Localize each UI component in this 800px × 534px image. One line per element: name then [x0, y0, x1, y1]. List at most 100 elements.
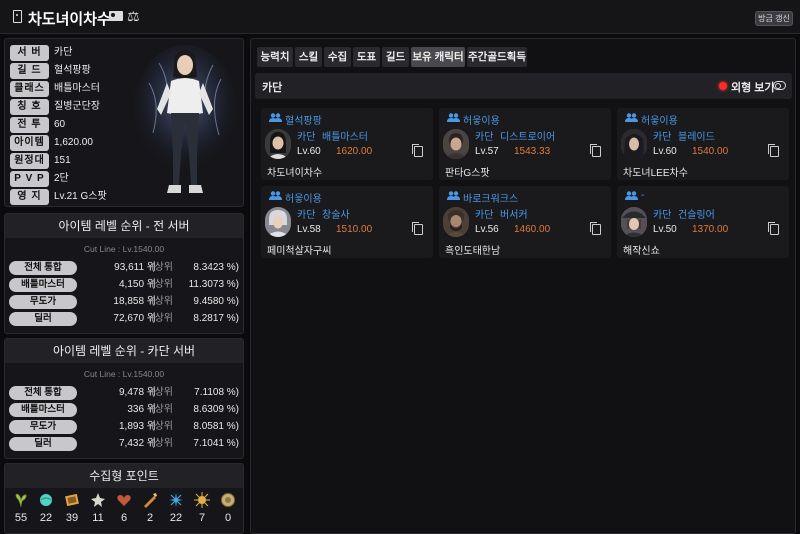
character-server: 카단 — [475, 210, 494, 221]
avatar — [621, 129, 647, 159]
bookmark-icon[interactable] — [13, 10, 22, 23]
profile-value: Lv.21 G스팟 — [54, 191, 107, 202]
character-card[interactable]: - 카단 건슬링어 Lv.50 1370.00 해작신쇼 — [617, 186, 789, 258]
collectible-omnium-star[interactable]: 11 — [87, 492, 109, 524]
avatar — [443, 129, 469, 159]
collectible-count: 11 — [92, 512, 104, 524]
tab-guild[interactable]: 길드 — [382, 47, 409, 67]
collectible-orpheus-star[interactable]: 0 — [217, 492, 239, 524]
collectible-great-art[interactable]: 39 — [61, 492, 83, 524]
copy-icon[interactable] — [412, 222, 423, 235]
character-level: Lv.56 — [475, 224, 499, 235]
tab-collection[interactable]: 수집 — [324, 47, 351, 67]
tab-skills[interactable]: 스킬 — [295, 47, 322, 67]
character-level: Lv.60 — [653, 146, 677, 157]
scale-icon[interactable]: ⚖ — [127, 8, 140, 25]
copy-icon[interactable] — [412, 144, 423, 157]
id-card-icon[interactable] — [109, 11, 123, 21]
collectible-count: 39 — [65, 512, 79, 524]
refresh-button[interactable]: 방금 갱신 — [755, 11, 793, 26]
rank-percent: 7.1041 %) — [193, 438, 239, 449]
copy-icon[interactable] — [590, 222, 601, 235]
collectible-count: 22 — [169, 512, 183, 524]
rank-value: 93,611 위 — [114, 262, 156, 273]
rank-percent: 8.3423 %) — [193, 262, 239, 273]
character-server: 카단 — [297, 210, 316, 221]
tab-weekly-gold[interactable]: 주간골드획득 — [467, 47, 527, 67]
profile-value: 60 — [54, 119, 66, 130]
profile-key: 클래스 — [10, 81, 49, 97]
rank-row: 전체 통합 9,478 위 (상위 7.1108 %) — [9, 386, 241, 400]
rank-value: 18,858 위 — [113, 296, 156, 307]
character-card-name: 해작신쇼 — [623, 246, 660, 257]
collectible-world-tree-leaf[interactable]: 7 — [191, 492, 213, 524]
collectible-mokoko[interactable]: 55 — [10, 492, 32, 524]
collectible-count: 22 — [39, 512, 53, 524]
status-dot-icon — [719, 82, 727, 90]
rank-suffix: (상위 — [151, 438, 173, 449]
rank-label: 배틀마스터 — [9, 278, 77, 292]
character-card[interactable]: 허읗이용 카단 디스트로이어 Lv.57 1543.33 판타G스팟 — [439, 108, 611, 180]
rank-suffix: (상위 — [151, 387, 173, 398]
rank-suffix: (상위 — [151, 296, 173, 307]
rank-row: 배틀마스터 4,150 위 (상위 11.3073 %) — [9, 278, 241, 292]
rank-server-title: 아이템 레벨 순위 - 카단 서버 — [5, 339, 243, 363]
character-card[interactable]: 혈석팡팡 카단 배틀마스터 Lv.60 1620.00 차도녀이차수 — [261, 108, 433, 180]
avatar — [265, 129, 291, 159]
appearance-toggle-icon[interactable] — [773, 81, 786, 90]
rank-percent: 9.4580 %) — [193, 296, 239, 307]
rank-suffix: (상위 — [151, 404, 173, 415]
character-guild: 혈석팡팡 — [285, 116, 322, 127]
character-class: 건슬링어 — [678, 210, 715, 221]
character-name: 차도녀이차수 — [28, 11, 111, 28]
character-card-name: 페미척살자구씨 — [267, 246, 332, 257]
character-card-name: 차도녀이차수 — [267, 168, 323, 179]
tab-owned-characters[interactable]: 보유 캐릭터 — [411, 47, 465, 67]
profile-value: 151 — [54, 155, 71, 166]
rank-suffix: (상위 — [151, 279, 173, 290]
profile-key: 전 투 — [10, 117, 49, 133]
profile-key: 원정대 — [10, 153, 49, 169]
collectible-ignea-token[interactable]: 2 — [139, 492, 161, 524]
tab-stats[interactable]: 능력치 — [257, 47, 293, 67]
character-server: 카단 — [297, 132, 316, 143]
rank-percent: 8.2817 %) — [193, 313, 239, 324]
character-card[interactable]: 바로크워크스 카단 버서커 Lv.56 1460.00 흑인도태한남 — [439, 186, 611, 258]
avatar — [265, 207, 291, 237]
collectible-island-heart[interactable]: 22 — [35, 492, 57, 524]
page-header: 차도녀이차수 ⚖ 방금 갱신 — [0, 0, 800, 34]
character-guild: 허읗이용 — [641, 116, 678, 127]
sea-bounty-icon — [169, 493, 183, 507]
rank-suffix: (상위 — [151, 421, 173, 432]
rank-percent: 7.1108 %) — [194, 387, 239, 398]
rank-row: 전체 통합 93,611 위 (상위 8.3423 %) — [9, 261, 241, 275]
copy-icon[interactable] — [590, 144, 601, 157]
great-art-icon — [65, 493, 79, 507]
character-item-level: 1460.00 — [514, 224, 551, 235]
character-item-level: 1370.00 — [692, 224, 729, 235]
copy-icon[interactable] — [768, 144, 779, 157]
character-server: 카단 — [653, 132, 672, 143]
guild-members-icon — [269, 113, 282, 122]
profile-value: 카단 — [54, 47, 73, 58]
tab-charts[interactable]: 도표 — [353, 47, 380, 67]
rank-label: 전체 통합 — [9, 261, 77, 275]
avatar — [621, 207, 647, 237]
character-card[interactable]: 허읗이용 카단 블레이드 Lv.60 1540.00 차도녀LEE차수 — [617, 108, 789, 180]
profile-value: 1,620.00 — [54, 137, 93, 148]
character-class: 배틀마스터 — [322, 132, 368, 143]
rank-label: 무도가 — [9, 420, 77, 434]
avatar — [443, 207, 469, 237]
character-level: Lv.57 — [475, 146, 499, 157]
copy-icon[interactable] — [768, 222, 779, 235]
rank-percent: 8.6309 %) — [193, 404, 239, 415]
collectible-sea-bounty[interactable]: 22 — [165, 492, 187, 524]
character-card[interactable]: 허읗이용 카단 창술사 Lv.58 1510.00 페미척살자구씨 — [261, 186, 433, 258]
rank-suffix: (상위 — [151, 262, 173, 273]
character-guild: 허읗이용 — [463, 116, 500, 127]
collectibles-title: 수집형 포인트 — [5, 464, 243, 488]
rank-label: 배틀마스터 — [9, 403, 77, 417]
profile-key: 영 지 — [10, 189, 49, 205]
server-section-title: 카단 — [262, 82, 283, 94]
collectible-giant-heart[interactable]: 6 — [113, 492, 135, 524]
